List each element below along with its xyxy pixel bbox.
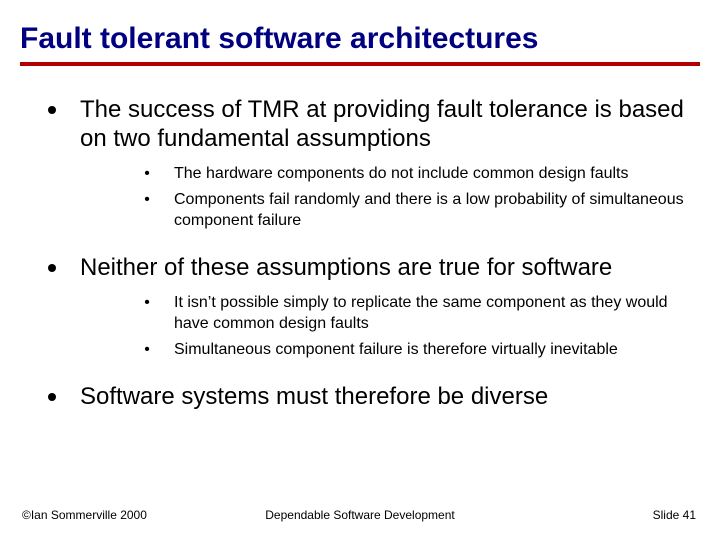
slide-body: The success of TMR at providing fault to… [0,66,720,412]
sub-bullet-item: • Simultaneous component failure is ther… [140,340,686,361]
bullet-text: Software systems must therefore be diver… [80,383,548,412]
sub-bullet-item: • Components fail randomly and there is … [140,190,686,232]
sub-bullet-icon: • [140,340,154,361]
bullet-icon [48,106,58,154]
slide: Fault tolerant software architectures Th… [0,0,720,540]
sub-bullet-text: Components fail randomly and there is a … [174,190,686,232]
sub-list: • The hardware components do not include… [48,154,686,240]
sub-list: • It isn’t possible simply to replicate … [48,283,686,369]
bullet-text: Neither of these assumptions are true fo… [80,254,612,283]
footer-center: Dependable Software Development [0,508,720,522]
footer-right: Slide 41 [653,508,696,522]
bullet-icon [48,393,58,412]
sub-bullet-text: The hardware components do not include c… [174,164,628,185]
slide-title: Fault tolerant software architectures [0,0,720,62]
sub-bullet-item: • It isn’t possible simply to replicate … [140,293,686,335]
sub-bullet-item: • The hardware components do not include… [140,164,686,185]
bullet-item: Neither of these assumptions are true fo… [48,254,686,283]
slide-footer: ©Ian Sommerville 2000 Dependable Softwar… [0,502,720,522]
bullet-text: The success of TMR at providing fault to… [80,96,686,154]
sub-bullet-icon: • [140,293,154,335]
sub-bullet-icon: • [140,164,154,185]
bullet-item: Software systems must therefore be diver… [48,383,686,412]
bullet-item: The success of TMR at providing fault to… [48,96,686,154]
sub-bullet-icon: • [140,190,154,232]
bullet-icon [48,264,58,283]
sub-bullet-text: It isn’t possible simply to replicate th… [174,293,686,335]
sub-bullet-text: Simultaneous component failure is theref… [174,340,618,361]
